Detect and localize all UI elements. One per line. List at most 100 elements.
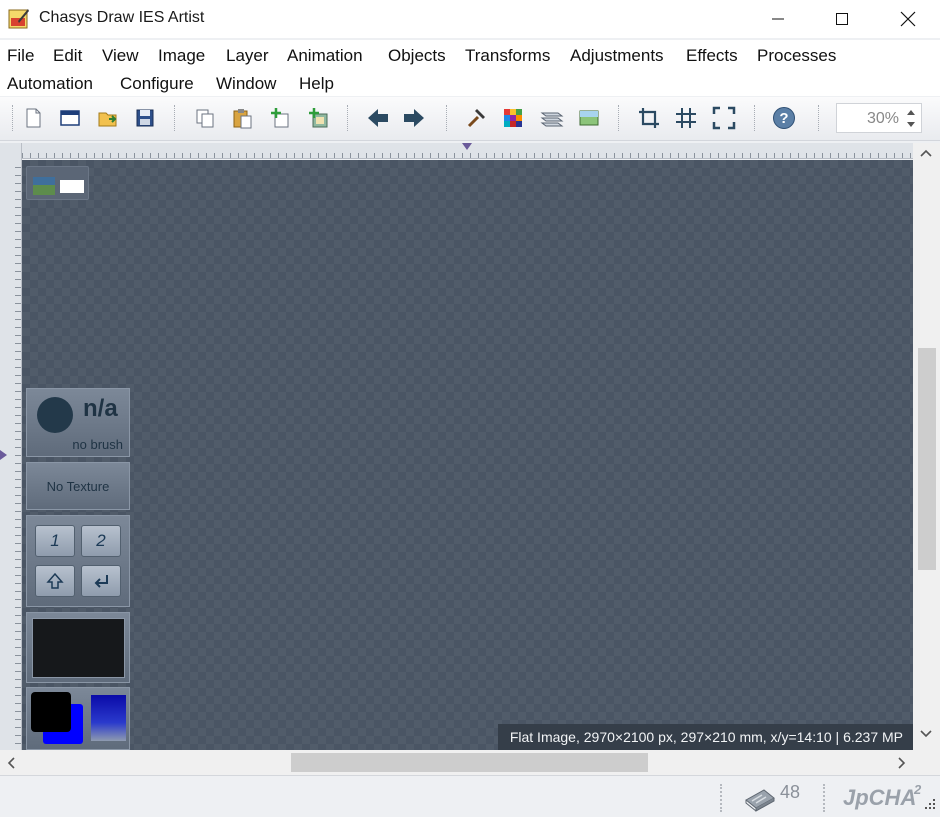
- save-button[interactable]: [132, 105, 158, 131]
- add-layer-icon: [271, 108, 289, 128]
- paste-button[interactable]: [229, 105, 255, 131]
- canvas-area[interactable]: n/a no brush No Texture 1 2 Flat Image, …: [22, 160, 913, 750]
- layers-button[interactable]: [539, 105, 565, 131]
- scroll-left-icon[interactable]: [6, 756, 16, 770]
- menu-file[interactable]: File: [7, 46, 34, 66]
- swatch-panel[interactable]: [26, 612, 130, 683]
- shift-key-button[interactable]: [35, 565, 75, 597]
- menu-image[interactable]: Image: [158, 46, 205, 66]
- maximize-icon: [836, 13, 848, 25]
- horizontal-scrollbar[interactable]: [0, 750, 913, 775]
- crop-button[interactable]: [636, 105, 662, 131]
- scroll-right-icon[interactable]: [897, 756, 907, 770]
- menu-processes[interactable]: Processes: [757, 46, 836, 66]
- color-panel[interactable]: [26, 687, 130, 750]
- status-bar: 48 JpCHA 2: [0, 775, 940, 817]
- image-info-overlay: Flat Image, 2970×2100 px, 297×210 mm, x/…: [497, 724, 913, 750]
- primary-color-swatch: [31, 692, 71, 732]
- menu-adjustments[interactable]: Adjustments: [570, 46, 664, 66]
- toolbar-separator: [174, 105, 175, 131]
- redo-arrow-icon: [404, 109, 424, 127]
- svg-text:?: ?: [779, 110, 788, 127]
- fullscreen-button[interactable]: [711, 105, 737, 131]
- new-window-button[interactable]: [57, 105, 83, 131]
- key-1-button[interactable]: 1: [35, 525, 75, 557]
- new-document-icon: [26, 108, 41, 128]
- texture-panel[interactable]: No Texture: [26, 462, 130, 510]
- menu-effects[interactable]: Effects: [686, 46, 738, 66]
- new-document-button[interactable]: [20, 105, 46, 131]
- chevron-down-icon: [907, 122, 915, 127]
- new-window-icon: [60, 110, 80, 126]
- key-buttons-panel: 1 2: [26, 515, 130, 607]
- layer-thumbnail-image-icon: [33, 177, 84, 195]
- key-2-button[interactable]: 2: [81, 525, 121, 557]
- zoom-up-button[interactable]: [905, 106, 917, 118]
- brush-size-value: n/a: [83, 395, 118, 422]
- ruler-ticks-top: [22, 143, 913, 159]
- zoom-down-button[interactable]: [905, 119, 917, 131]
- gradient-swatch: [91, 695, 126, 741]
- status-separator: [720, 784, 722, 812]
- current-swatch[interactable]: [32, 618, 125, 678]
- paste-as-layer-button[interactable]: [305, 105, 331, 131]
- maximize-button[interactable]: [812, 0, 872, 38]
- format-brand-superscript: 2: [914, 782, 922, 797]
- menu-bar: File Edit View Image Layer Animation Obj…: [0, 40, 940, 96]
- color-swatches: [31, 692, 126, 744]
- minimize-icon: [772, 18, 784, 20]
- ruler-ticks-left: [0, 160, 22, 750]
- menu-layer[interactable]: Layer: [226, 46, 269, 66]
- fullscreen-icon: [712, 106, 736, 130]
- scrollbar-corner: [913, 750, 940, 775]
- redo-button[interactable]: [401, 105, 427, 131]
- shift-arrow-icon: [46, 572, 64, 589]
- memory-chip-icon: [745, 789, 775, 812]
- toolbar-separator: [618, 105, 619, 131]
- minimize-button[interactable]: [748, 0, 808, 38]
- vertical-scroll-thumb[interactable]: [918, 348, 936, 570]
- palette-button[interactable]: [500, 105, 526, 131]
- menu-help[interactable]: Help: [299, 74, 334, 94]
- texture-label: No Texture: [46, 479, 110, 494]
- toolbar-separator: [818, 105, 819, 131]
- window-title: Chasys Draw IES Artist: [39, 9, 205, 26]
- undo-button[interactable]: [365, 105, 391, 131]
- save-icon: [136, 109, 154, 127]
- copy-button[interactable]: [192, 105, 218, 131]
- enter-arrow-icon: [94, 575, 108, 588]
- menu-edit[interactable]: Edit: [53, 46, 82, 66]
- menu-view[interactable]: View: [102, 46, 139, 66]
- grid-button[interactable]: [673, 105, 699, 131]
- menu-automation[interactable]: Automation: [7, 74, 93, 94]
- brush-panel[interactable]: n/a no brush: [26, 388, 130, 457]
- enter-key-button[interactable]: [81, 565, 121, 597]
- status-separator: [823, 784, 825, 812]
- menu-configure[interactable]: Configure: [120, 74, 194, 94]
- scroll-up-icon[interactable]: [919, 148, 933, 158]
- add-layer-button[interactable]: [267, 105, 293, 131]
- vertical-ruler[interactable]: [0, 143, 22, 750]
- open-icon: [98, 112, 117, 127]
- app-window: Chasys Draw IES Artist File Edit View Im…: [0, 0, 940, 817]
- horizontal-ruler[interactable]: [22, 143, 913, 159]
- close-button[interactable]: [878, 0, 938, 38]
- hammer-tool-button[interactable]: [463, 105, 489, 131]
- menu-objects[interactable]: Objects: [388, 46, 446, 66]
- zoom-stepper[interactable]: 30%: [836, 103, 922, 133]
- toolbar-separator: [347, 105, 348, 131]
- resize-grip-icon[interactable]: [924, 798, 936, 810]
- horizontal-scroll-thumb[interactable]: [291, 753, 648, 772]
- menu-animation[interactable]: Animation: [287, 46, 363, 66]
- scroll-down-icon[interactable]: [919, 729, 933, 739]
- zoom-value[interactable]: 30%: [867, 110, 899, 128]
- menu-window[interactable]: Window: [216, 74, 276, 94]
- paste-icon: [233, 109, 252, 129]
- layer-thumbnail[interactable]: [26, 166, 89, 200]
- help-button[interactable]: ?: [771, 105, 797, 131]
- menu-transforms[interactable]: Transforms: [465, 46, 550, 66]
- vertical-scrollbar[interactable]: [913, 143, 940, 750]
- image-button[interactable]: [576, 105, 602, 131]
- open-button[interactable]: [95, 105, 121, 131]
- toolbar-separator: [446, 105, 447, 131]
